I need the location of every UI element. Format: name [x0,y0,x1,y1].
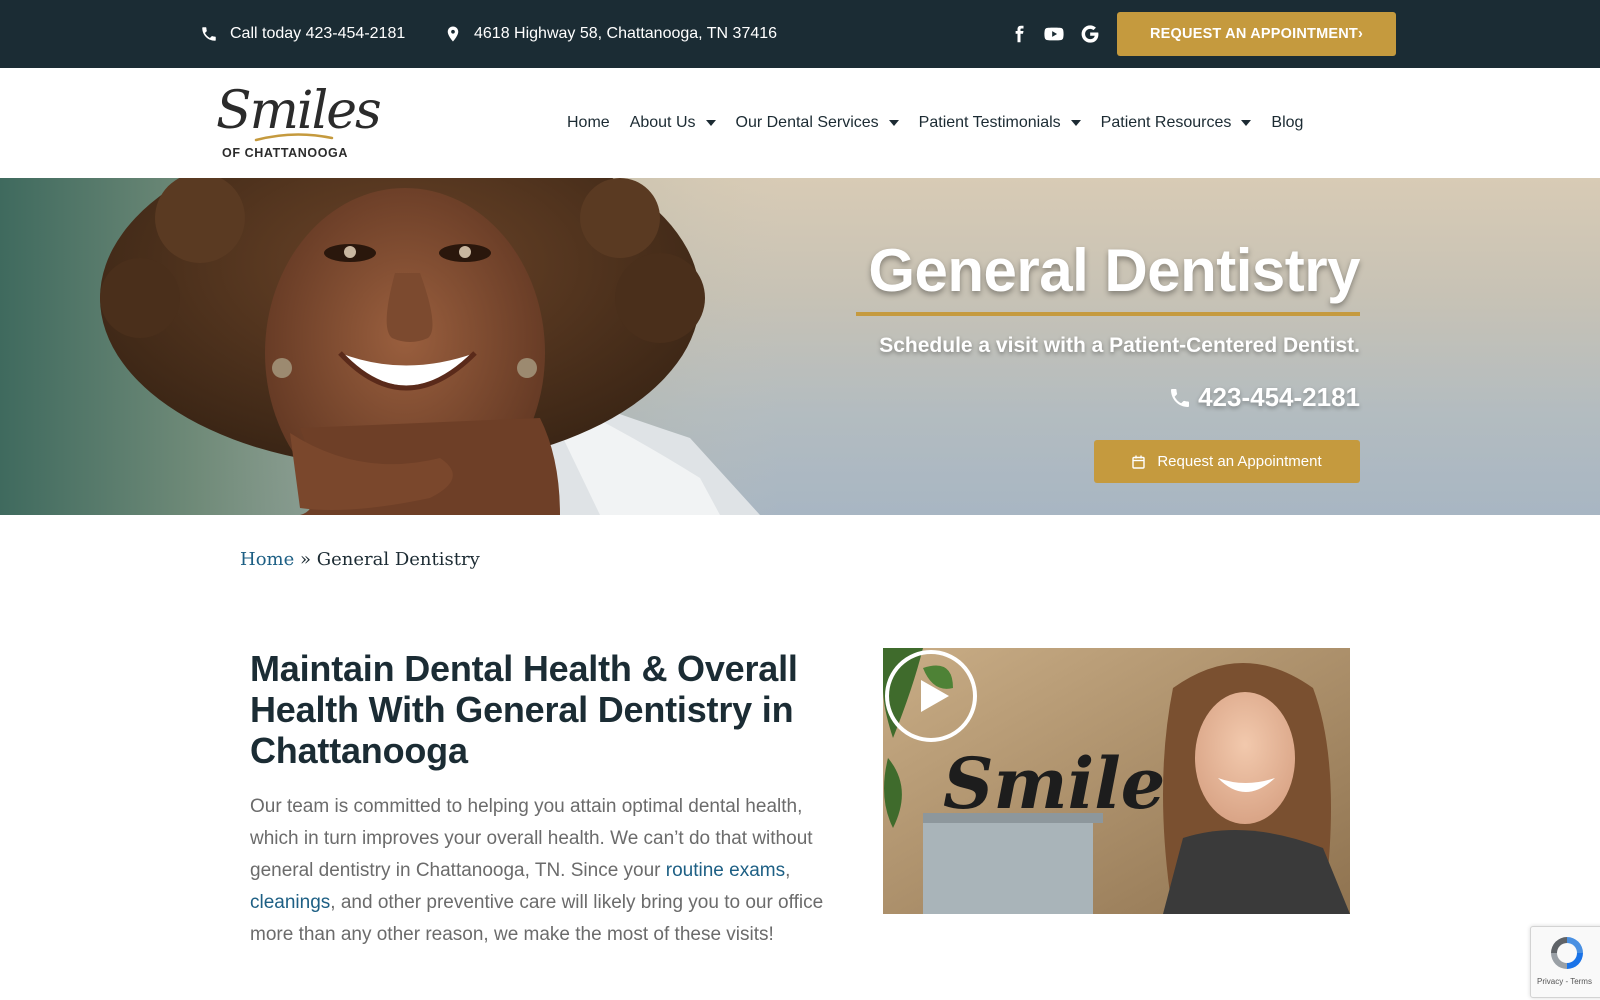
youtube-icon[interactable] [1043,0,1065,68]
breadcrumb: Home » General Dentistry [240,549,480,570]
request-appointment-button[interactable]: REQUEST AN APPOINTMENT› [1117,12,1396,56]
video-sign-text: Smile [943,742,1165,825]
recaptcha-footer[interactable]: Privacy - Terms [1537,977,1592,986]
topbar-phone[interactable]: Call today 423-454-2181 [200,0,405,68]
video-player[interactable]: Smile [883,648,1350,914]
phone-icon [1168,386,1192,410]
chevron-down-icon [705,120,716,126]
topbar-phone-label: Call today 423-454-2181 [230,25,406,42]
hero-photo [0,178,780,515]
nav-item-home[interactable]: Home [567,114,610,132]
hero-phone-number: 423-454-2181 [1198,382,1360,412]
logo-swoosh [254,133,334,142]
hero-request-appointment-button[interactable]: Request an Appointment [1094,440,1360,483]
section-title: Maintain Dental Health & Overall Health … [250,648,798,771]
phone-icon [200,25,218,43]
section-body: Our team is committed to helping you att… [250,796,824,945]
main-nav: Home About Us Our Dental Services Patien… [567,68,1323,178]
nav-item-patient-resources[interactable]: Patient Resources [1101,114,1252,132]
breadcrumb-current: General Dentistry [316,549,480,570]
nav-item-patient-testimonials[interactable]: Patient Testimonials [919,114,1081,132]
hero-title: General Dentistry [868,237,1360,304]
play-icon[interactable] [883,648,979,744]
nav-item-dental-services[interactable]: Our Dental Services [736,114,899,132]
site-header: Smiles OF CHATTANOOGA Home About Us Our … [0,68,1600,178]
breadcrumb-separator: » [294,549,317,570]
hero-phone-link[interactable]: 423-454-2181 [1168,382,1360,413]
recaptcha-badge[interactable]: Privacy - Terms [1530,926,1600,998]
logo[interactable]: Smiles OF CHATTANOOGA [216,80,382,170]
routine-exams-link[interactable]: routine exams [666,860,785,881]
map-pin-icon [444,25,462,43]
nav-item-about-us[interactable]: About Us [630,114,716,132]
chevron-down-icon [1070,120,1081,126]
chevron-down-icon [888,120,899,126]
hero-button-label: Request an Appointment [1157,453,1322,470]
recaptcha-icon [1551,937,1583,969]
nav-item-blog[interactable]: Blog [1271,114,1303,132]
google-icon[interactable] [1080,0,1100,68]
cleanings-link[interactable]: cleanings [250,892,330,913]
logo-subtitle: OF CHATTANOOGA [222,146,348,160]
topbar-address[interactable]: 4618 Highway 58, Chattanooga, TN 37416 [444,0,777,68]
chevron-down-icon [1241,120,1252,126]
hero-subtitle: Schedule a visit with a Patient-Centered… [879,334,1360,357]
facebook-icon[interactable] [1010,0,1028,68]
hero-banner: General Dentistry Schedule a visit with … [0,178,1600,515]
breadcrumb-home-link[interactable]: Home [240,549,294,570]
topbar-address-label: 4618 Highway 58, Chattanooga, TN 37416 [474,25,778,42]
hero-divider [856,312,1360,316]
calendar-icon [1132,455,1146,469]
top-bar: Call today 423-454-2181 4618 Highway 58,… [0,0,1600,68]
